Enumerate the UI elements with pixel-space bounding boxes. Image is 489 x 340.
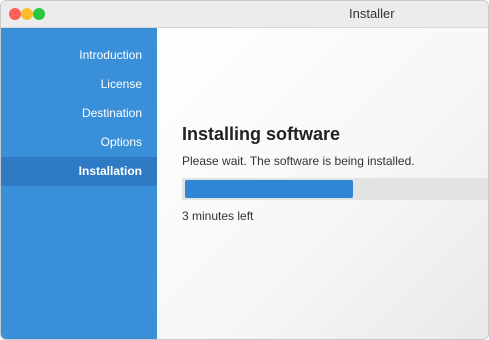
- close-window-button[interactable]: [9, 8, 21, 20]
- sidebar-item-options: Options: [100, 135, 142, 149]
- window-title: Installer: [349, 6, 395, 21]
- sidebar-item-label: Installation: [78, 164, 142, 178]
- sidebar: Introduction License Destination Options…: [1, 28, 157, 339]
- installer-window: Installer Introduction License Destinati…: [0, 0, 489, 340]
- minimize-window-button[interactable]: [21, 8, 33, 20]
- sidebar-item-introduction: Introduction: [79, 48, 142, 62]
- status-message: Please wait. The software is being insta…: [182, 154, 415, 168]
- sidebar-item-installation: Installation: [1, 157, 157, 186]
- time-remaining: 3 minutes left: [182, 209, 254, 223]
- progress-bar: [182, 178, 488, 200]
- main-content: Installing software Please wait. The sof…: [157, 28, 488, 339]
- title-bar: Installer: [1, 1, 488, 28]
- progress-fill: [185, 180, 353, 198]
- sidebar-item-destination: Destination: [81, 106, 142, 120]
- page-title: Installing software: [182, 124, 341, 144]
- zoom-window-button[interactable]: [33, 8, 45, 20]
- sidebar-item-license: License: [100, 77, 142, 91]
